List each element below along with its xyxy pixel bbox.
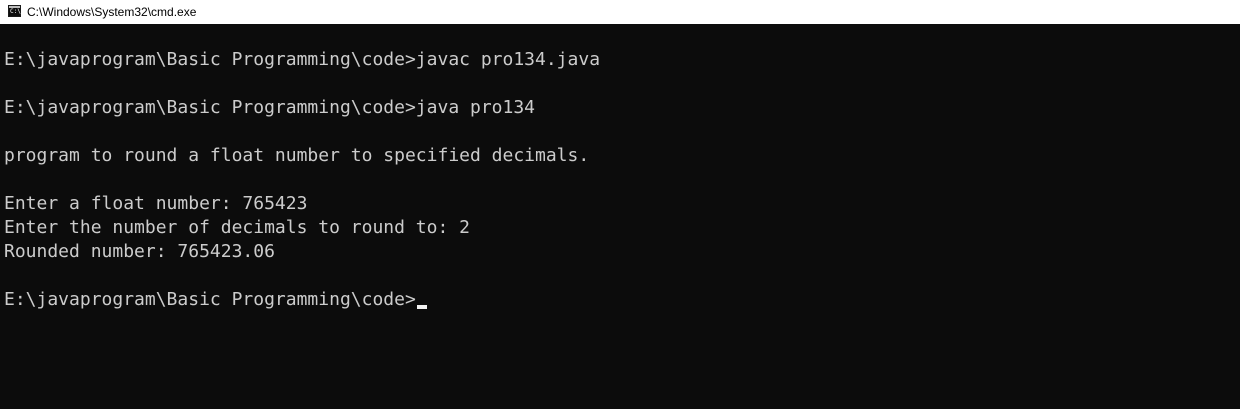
- console-line-decimals-prompt: Enter the number of decimals to round to…: [4, 217, 470, 238]
- console-line-current-prompt[interactable]: E:\javaprogram\Basic Programming\code>: [4, 288, 427, 312]
- prompt-text: E:\javaprogram\Basic Programming\code>: [4, 289, 416, 310]
- console-line-float-prompt: Enter a float number: 765423: [4, 193, 308, 214]
- cmd-console-icon[interactable]: [8, 5, 21, 17]
- title-bar[interactable]: C:\Windows\System32\cmd.exe: [0, 0, 1240, 24]
- console-line-javac-command: E:\javaprogram\Basic Programming\code>ja…: [4, 49, 601, 70]
- console-output[interactable]: E:\javaprogram\Basic Programming\code>ja…: [0, 24, 1240, 409]
- window-title: C:\Windows\System32\cmd.exe: [27, 5, 197, 19]
- text-cursor: [416, 305, 427, 309]
- console-line-java-command: E:\javaprogram\Basic Programming\code>ja…: [4, 97, 536, 118]
- console-line-program-description: program to round a float number to speci…: [4, 145, 590, 166]
- cmd-window: C:\Windows\System32\cmd.exe E:\javaprogr…: [0, 0, 1240, 409]
- console-line-rounded-result: Rounded number: 765423.06: [4, 241, 275, 262]
